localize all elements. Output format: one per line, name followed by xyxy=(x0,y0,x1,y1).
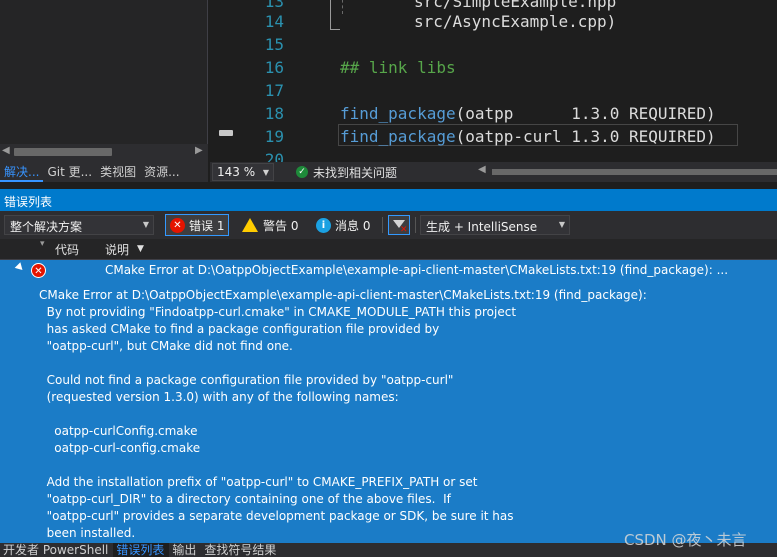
errors-label: 错误 1 xyxy=(189,218,225,233)
scrollbar-thumb[interactable] xyxy=(14,148,112,156)
expand-icon[interactable] xyxy=(14,262,26,273)
scope-dropdown[interactable]: 整个解决方案 ▼ xyxy=(4,215,154,235)
line-number: 14 xyxy=(264,12,284,31)
error-list-title: 错误列表 xyxy=(0,189,777,211)
chevron-down-icon: ▼ xyxy=(558,220,565,229)
error-icon: ✕ xyxy=(31,263,46,278)
column-filter-icon[interactable]: ▼ xyxy=(137,244,144,254)
chevron-down-icon: ▼ xyxy=(262,167,269,177)
sort-indicator-icon: ▾ xyxy=(40,239,45,249)
scroll-left-icon[interactable]: ◀ xyxy=(478,164,486,175)
scroll-left-icon[interactable]: ◀ xyxy=(2,145,10,156)
function-args: (oatpp-curl 1.3.0 REQUIRED) xyxy=(455,127,716,146)
column-description[interactable]: 说明 xyxy=(105,241,129,258)
error-list-toolbar: 整个解决方案 ▼ ✕ 错误 1 警告 0 i 消息 0 ✕ 生成 + Intel… xyxy=(0,211,777,239)
zoom-dropdown[interactable]: 143 % ▼ xyxy=(212,163,274,181)
zoom-value: 143 % xyxy=(217,165,256,179)
line-number: 15 xyxy=(264,35,284,54)
chevron-down-icon: ▼ xyxy=(142,220,149,229)
solution-explorer-panel: ◀ ▶ xyxy=(0,0,208,160)
error-icon: ✕ xyxy=(170,217,185,233)
function-args: (oatpp 1.3.0 REQUIRED) xyxy=(455,104,716,123)
left-panel-tabs: 解决... Git 更... 类视图 资源... xyxy=(0,160,208,182)
tab-developer-powershell[interactable]: 开发者 PowerShell xyxy=(0,543,113,557)
source-dropdown[interactable]: 生成 + IntelliSense ▼ xyxy=(420,215,570,235)
ide-top-area: ◀ ▶ 解决... Git 更... 类视图 资源... 13 14 15 16… xyxy=(0,0,777,188)
warnings-label: 警告 0 xyxy=(263,218,299,233)
column-code[interactable]: 代码 xyxy=(55,241,79,258)
horizontal-scrollbar[interactable]: ◀ ▶ xyxy=(0,144,208,160)
edit-marker-icon xyxy=(219,130,233,136)
line-number: 20 xyxy=(264,150,284,162)
tab-resource-view[interactable]: 资源... xyxy=(140,160,183,182)
filter-icon[interactable]: ✕ xyxy=(388,215,410,235)
function-name: find_package xyxy=(340,104,456,123)
messages-filter-button[interactable]: i 消息 0 xyxy=(312,214,374,236)
toolbar-separator xyxy=(415,217,416,233)
scrollbar-thumb[interactable] xyxy=(492,169,777,175)
code-line: src/SimpleExample.hpp xyxy=(414,0,617,11)
line-number: 16 xyxy=(264,58,284,77)
warnings-filter-button[interactable]: 警告 0 xyxy=(238,214,302,236)
code-comment: ## link libs xyxy=(340,58,456,77)
watermark-text: CSDN @夜丶未言 xyxy=(624,531,747,549)
error-list-body: ✕ CMake Error at D:\OatppObjectExample\e… xyxy=(0,260,777,543)
line-number: 13 xyxy=(264,0,284,11)
line-number: 17 xyxy=(264,81,284,100)
scroll-right-icon[interactable]: ▶ xyxy=(195,145,203,156)
error-summary: CMake Error at D:\OatppObjectExample\exa… xyxy=(105,263,729,277)
editor-horizontal-scrollbar[interactable]: ◀ xyxy=(478,164,777,178)
scope-value: 整个解决方案 xyxy=(10,220,83,234)
tab-output[interactable]: 输出 xyxy=(169,543,201,557)
line-number: 19 xyxy=(264,127,284,146)
check-circle-icon: ✓ xyxy=(296,166,308,178)
editor-status-bar: 143 % ▼ ✓ 未找到相关问题 ◀ xyxy=(210,162,777,182)
tab-class-view[interactable]: 类视图 xyxy=(96,160,140,182)
code-line: find_package(oatpp 1.3.0 REQUIRED) xyxy=(340,104,716,123)
code-line: src/AsyncExample.cpp) xyxy=(414,12,617,31)
error-list-column-header: ▾ 代码 说明 ▼ xyxy=(0,239,777,260)
indent-guide xyxy=(342,0,343,14)
tab-find-symbol-results[interactable]: 查找符号结果 xyxy=(201,543,281,557)
source-value: 生成 + IntelliSense xyxy=(426,220,538,234)
error-details: CMake Error at D:\OatppObjectExample\exa… xyxy=(39,288,647,540)
info-icon: i xyxy=(316,217,331,233)
code-line: find_package(oatpp-curl 1.3.0 REQUIRED) xyxy=(340,127,716,146)
tab-error-list[interactable]: 错误列表 xyxy=(113,543,170,557)
errors-filter-button[interactable]: ✕ 错误 1 xyxy=(165,214,230,236)
error-row[interactable]: ✕ CMake Error at D:\OatppObjectExample\e… xyxy=(0,260,777,282)
messages-label: 消息 0 xyxy=(335,218,371,233)
tab-solution-explorer[interactable]: 解决... xyxy=(0,160,44,182)
toolbar-separator xyxy=(382,217,383,233)
issues-text: 未找到相关问题 xyxy=(313,165,398,180)
tab-git-changes[interactable]: Git 更... xyxy=(43,160,96,182)
line-number: 18 xyxy=(264,104,284,123)
warning-icon xyxy=(242,218,258,232)
code-editor[interactable]: 13 14 15 16 17 18 19 20 src/SimpleExampl… xyxy=(210,0,777,162)
block-bracket xyxy=(330,0,340,30)
function-name: find_package xyxy=(340,127,456,146)
issues-indicator[interactable]: ✓ 未找到相关问题 xyxy=(296,164,397,181)
